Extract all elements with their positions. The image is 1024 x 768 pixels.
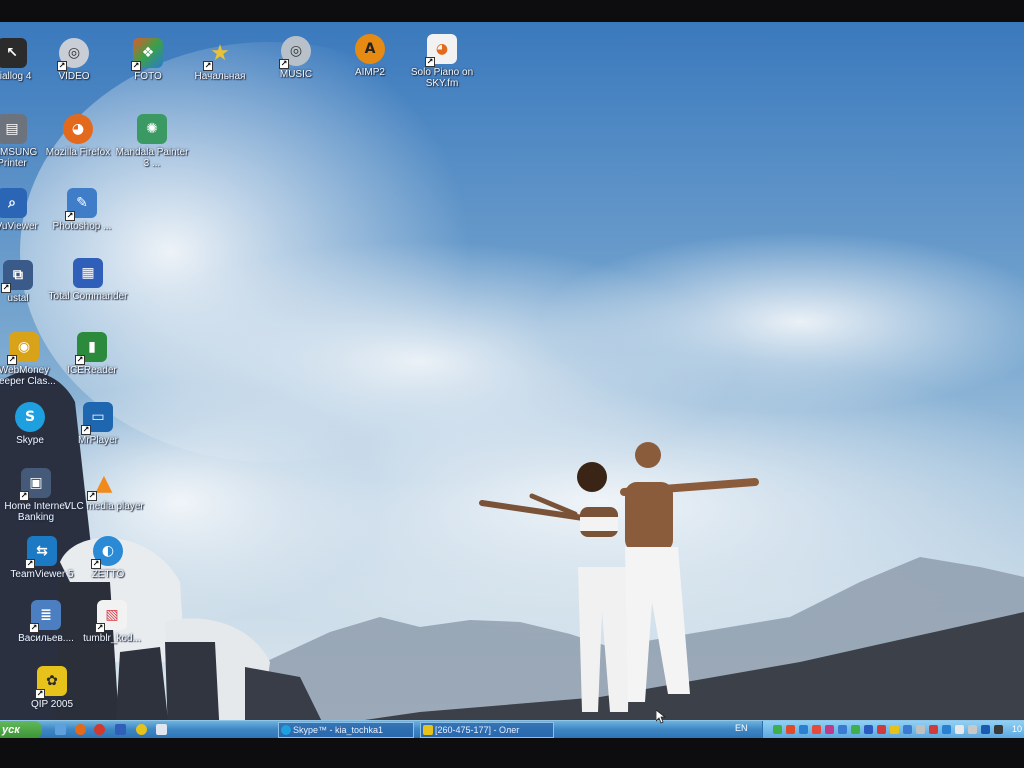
desktop-screen: ↖ Diallog 4 ▤ SAMSUNG Printer ⌕ DjVuView… — [0, 22, 1024, 738]
desktop-icon-label: VLC media player — [64, 501, 144, 512]
document-icon: ≣ ↗ — [29, 600, 61, 633]
desktop-icon-label: FOTO — [134, 71, 162, 82]
tray-icon[interactable] — [968, 725, 977, 734]
start-button[interactable]: уск — [0, 721, 42, 738]
tray-icon[interactable] — [838, 725, 847, 734]
desktop-icon-video[interactable]: ◎ ↗ VIDEO — [34, 38, 114, 82]
tray-icon[interactable] — [825, 725, 834, 734]
desktop-icon-label: Photoshop ... — [52, 221, 112, 232]
floppy-ql-icon[interactable] — [115, 724, 126, 735]
photo-icon: ❖ ↗ — [131, 38, 163, 71]
tray-icon[interactable] — [773, 725, 782, 734]
firefox-doc-icon: ◕ ↗ — [425, 34, 457, 67]
monitor-icon: ▭ ↗ — [81, 402, 113, 435]
desktop-icon-label: QIP 2005 — [30, 699, 74, 710]
tray-icon[interactable] — [981, 725, 990, 734]
magnifier-icon: ⌕ — [0, 188, 27, 218]
computer-icon: ▣ ↗ — [19, 468, 51, 501]
desktop-icon-qip[interactable]: ✿ ↗ QIP 2005 — [12, 666, 92, 710]
aimp-icon: A — [355, 34, 385, 64]
desktop-icon-label: Mozilla Firefox — [45, 147, 111, 158]
desktop-icon-label: Mandala Painter 3 ... — [115, 147, 189, 169]
dvd-icon: ◎ ↗ — [57, 38, 89, 71]
users-ql-icon[interactable] — [156, 724, 167, 735]
feather-icon: ✎ ↗ — [65, 188, 97, 221]
desktop-icon-nachalo[interactable]: ★ ↗ Начальная — [180, 38, 260, 83]
qip-ql-icon[interactable] — [136, 724, 147, 735]
desktop-icon-tumblr[interactable]: ▧ ↗ tumblr_kod... — [72, 600, 152, 644]
tray-icon[interactable] — [955, 725, 964, 734]
skype-task-icon — [281, 725, 291, 735]
desktop-icon-vlc[interactable]: ▲ ↗ VLC media player — [64, 468, 144, 513]
arrow-icon: ↖ — [0, 38, 27, 68]
skype-icon: S — [15, 402, 45, 432]
firefox-icon: ◕ — [63, 114, 93, 144]
tray-icon[interactable] — [903, 725, 912, 734]
desktop-icon-aimp[interactable]: A AIMP2 — [330, 34, 410, 78]
floppy-icon: ▦ — [73, 258, 103, 288]
desktop-icon-label: MrPlayer — [77, 435, 118, 446]
mandala-icon: ✺ — [137, 114, 167, 144]
eye-icon: ◉ ↗ — [7, 332, 39, 365]
cd-icon: ◎ ↗ — [279, 36, 311, 69]
taskbar-button-qip-chat[interactable]: [260-475-177] - Олег — [420, 722, 554, 738]
qip-task-icon — [423, 725, 433, 735]
tray-icon[interactable] — [916, 725, 925, 734]
clock[interactable]: 10 — [1012, 724, 1022, 734]
teamviewer-icon: ⇆ ↗ — [25, 536, 57, 569]
desktop-icon-label: Начальная — [194, 71, 246, 82]
book-icon: ▮ ↗ — [75, 332, 107, 365]
firefox-ql-icon[interactable] — [75, 724, 86, 735]
tray-icon[interactable] — [877, 725, 886, 734]
star-icon: ★ ↗ — [203, 40, 230, 71]
cone-icon: ▲ ↗ — [87, 470, 113, 501]
desktop-icon-label: Total Commander — [48, 291, 128, 302]
desktop-icon-totalcmd[interactable]: ▦ Total Commander — [48, 258, 128, 302]
tray-icon[interactable] — [799, 725, 808, 734]
task-label: [260-475-177] - Олег — [435, 725, 520, 735]
desktop-icon-label: ICEReader — [67, 365, 117, 376]
desktop-icon-label: MUSIC — [279, 69, 313, 80]
tray-icon[interactable] — [890, 725, 899, 734]
system-tray: 10 — [762, 721, 1024, 738]
tray-icon[interactable] — [812, 725, 821, 734]
taskbar-button-skype[interactable]: Skype™ - kia_tochka1 — [278, 722, 414, 738]
language-indicator[interactable]: EN — [735, 723, 748, 733]
desktop-icon-music[interactable]: ◎ ↗ MUSIC — [256, 36, 336, 80]
opera-ql-icon[interactable] — [94, 724, 105, 735]
desktop-icon-solo-piano[interactable]: ◕ ↗ Solo Piano on SKY.fm — [402, 34, 482, 89]
tray-icon[interactable] — [929, 725, 938, 734]
desktop-icon-photoshop[interactable]: ✎ ↗ Photoshop ... — [42, 188, 122, 232]
desktop-icon-label: ZETTO — [91, 569, 125, 580]
network-icon: ⧉ ↗ — [1, 260, 33, 293]
task-label: Skype™ - kia_tochka1 — [293, 725, 384, 735]
desktop-icon-foto[interactable]: ❖ ↗ FOTO — [108, 38, 188, 82]
tray-icon[interactable] — [942, 725, 951, 734]
tray-icon[interactable] — [851, 725, 860, 734]
desktop-icon-label: VIDEO — [58, 71, 90, 82]
tray-icon[interactable] — [786, 725, 795, 734]
printer-icon: ▤ — [0, 114, 27, 144]
show-desktop-icon[interactable] — [55, 724, 66, 735]
flower-icon: ✿ ↗ — [35, 666, 67, 699]
tray-icon[interactable] — [994, 725, 1003, 734]
desktop-icon-firefox[interactable]: ◕ Mozilla Firefox — [38, 114, 118, 158]
taskbar: уск Skype™ - kia_tochka1 [260-475-177] -… — [0, 720, 1024, 738]
desktop-icon-mandala[interactable]: ✺ Mandala Painter 3 ... — [112, 114, 192, 169]
tray-icon[interactable] — [864, 725, 873, 734]
desktop-icon-label: Solo Piano on SKY.fm — [410, 67, 474, 89]
desktop-icon-mrplayer[interactable]: ▭ ↗ MrPlayer — [58, 402, 138, 446]
desktop-icon-icereader[interactable]: ▮ ↗ ICEReader — [52, 332, 132, 376]
desktop-icon-label: tumblr_kod... — [83, 633, 141, 644]
desktop-icon-label: AIMP2 — [354, 67, 385, 78]
desktop-icon-zetto[interactable]: ◐ ↗ ZETTO — [68, 536, 148, 580]
image-file-icon: ▧ ↗ — [95, 600, 127, 633]
mouse-cursor-icon — [656, 710, 666, 724]
globe-icon: ◐ ↗ — [91, 536, 123, 569]
